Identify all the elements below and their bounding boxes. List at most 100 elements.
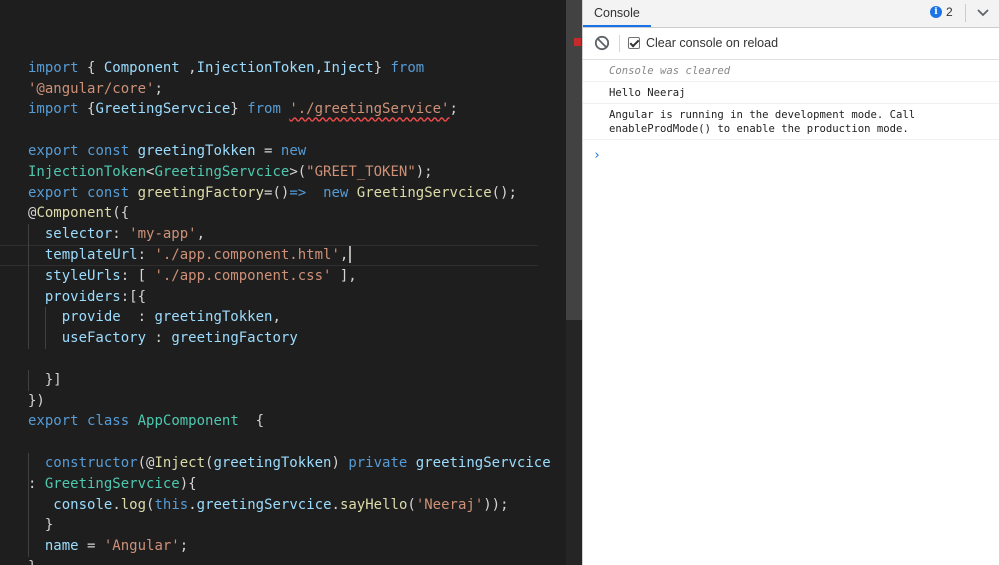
code-line[interactable]: export const greetingFactory=()=> new Gr… <box>28 183 551 204</box>
code-line[interactable] <box>28 349 551 370</box>
code-line[interactable]: } <box>28 557 551 565</box>
info-count-badge[interactable]: i 2 <box>930 4 953 20</box>
code-lines[interactable]: import { Component ,InjectionToken,Injec… <box>0 37 551 565</box>
code-line[interactable]: useFactory : greetingFactory <box>28 328 551 349</box>
info-icon: i <box>930 6 942 18</box>
code-token: }] <box>28 371 62 388</box>
code-line[interactable] <box>28 432 551 453</box>
clear-on-reload-label[interactable]: Clear console on reload <box>646 36 778 50</box>
code-token: = <box>255 142 281 159</box>
code-token: } <box>28 559 36 565</box>
code-token: , <box>179 59 197 76</box>
code-line[interactable]: console.log(this.greetingServcice.sayHel… <box>28 494 551 516</box>
clear-console-icon[interactable] <box>594 35 610 51</box>
indent-guide <box>28 244 29 266</box>
code-token: ], <box>331 267 357 284</box>
code-token: ({ <box>112 205 130 222</box>
code-line[interactable]: selector: 'my-app', <box>28 224 551 245</box>
code-token: >( <box>289 163 307 180</box>
indent-guide <box>28 515 29 537</box>
indent-guide <box>28 473 29 495</box>
devtools-panel: Console i 2 Clear console on reload Cons… <box>583 0 999 565</box>
code-line[interactable]: export const greetingTokken = new <box>28 141 551 162</box>
code-token: : <box>28 475 45 492</box>
chevron-down-icon[interactable] <box>975 5 991 21</box>
clear-on-reload-checkbox[interactable] <box>628 37 640 49</box>
code-token: => <box>289 184 307 201</box>
code-token: Inject <box>154 454 206 471</box>
code-line[interactable]: @Component({ <box>28 203 551 224</box>
code-token: const <box>87 184 130 201</box>
code-token: } <box>230 101 248 118</box>
code-token: '@angular/core' <box>28 80 155 97</box>
code-token: InjectionToken <box>196 59 315 76</box>
code-token: ; <box>179 538 189 555</box>
code-token: GreetingServcice <box>356 184 492 201</box>
code-token: templateUrl <box>44 246 138 263</box>
code-token: useFactory <box>61 330 147 347</box>
code-token: . <box>188 496 197 513</box>
code-token: import <box>28 101 79 118</box>
code-line[interactable]: '@angular/core'; <box>28 79 551 100</box>
code-line[interactable]: }) <box>28 391 551 412</box>
code-token: "GREET_TOKEN" <box>306 163 416 180</box>
code-token: './app.component.css' <box>154 267 332 284</box>
code-token: , <box>272 309 281 326</box>
code-line[interactable]: templateUrl: './app.component.html', <box>0 244 551 266</box>
code-editor[interactable]: import { Component ,InjectionToken,Injec… <box>0 0 566 565</box>
code-line[interactable]: name = 'Angular'; <box>28 536 551 557</box>
code-token: styleUrls <box>44 267 121 284</box>
code-token: new <box>280 142 307 159</box>
code-token: : <box>112 226 130 243</box>
code-line[interactable]: } <box>28 515 551 537</box>
code-line[interactable] <box>28 120 551 141</box>
code-line[interactable]: constructor(@Inject(greetingTokken) priv… <box>28 452 551 474</box>
code-line[interactable]: }] <box>28 369 551 391</box>
code-token: InjectionToken <box>28 163 147 180</box>
code-line[interactable]: InjectionToken<GreetingServcice>("GREET_… <box>28 162 551 183</box>
code-token: name <box>44 538 79 555</box>
console-message: Angular is running in the development mo… <box>583 104 999 140</box>
code-token: : [ <box>120 267 155 284</box>
code-token: Component <box>36 205 113 222</box>
code-line[interactable]: import {GreetingServcice} from './greeti… <box>28 99 551 120</box>
tab-console[interactable]: Console <box>583 0 651 27</box>
code-token: greetingTokken <box>213 454 332 471</box>
code-line[interactable]: providers:[{ <box>28 286 551 308</box>
console-messages: Console was cleared Hello Neeraj Angular… <box>583 60 999 140</box>
code-token: log <box>120 496 147 513</box>
code-line[interactable]: : GreetingServcice){ <box>28 473 551 495</box>
code-token: { <box>238 413 265 430</box>
editor-scrollbar[interactable] <box>566 0 582 565</box>
code-token: 'Angular' <box>103 538 180 555</box>
code-token: { <box>78 101 96 118</box>
code-token: , <box>314 59 324 76</box>
editor-scrollbar-thumb[interactable] <box>566 0 582 320</box>
code-line[interactable]: provide : greetingTokken, <box>28 307 551 329</box>
code-line[interactable]: export class AppComponent { <box>28 411 551 432</box>
code-token: ( <box>407 496 416 513</box>
indent-guide <box>44 328 46 349</box>
code-line[interactable]: styleUrls: [ './app.component.css' ], <box>28 265 551 287</box>
code-line[interactable] <box>28 37 551 58</box>
code-token: import <box>28 59 79 76</box>
code-token: greetingServcice <box>196 496 332 513</box>
code-token: ) <box>331 454 349 471</box>
indent-guide <box>28 369 29 391</box>
code-token: selector <box>44 226 113 243</box>
indent-guide <box>28 286 29 308</box>
code-line[interactable]: import { Component ,InjectionToken,Injec… <box>28 58 551 79</box>
console-prompt[interactable]: › <box>593 148 601 163</box>
code-token: : <box>137 246 155 263</box>
indent-guide <box>28 452 29 474</box>
